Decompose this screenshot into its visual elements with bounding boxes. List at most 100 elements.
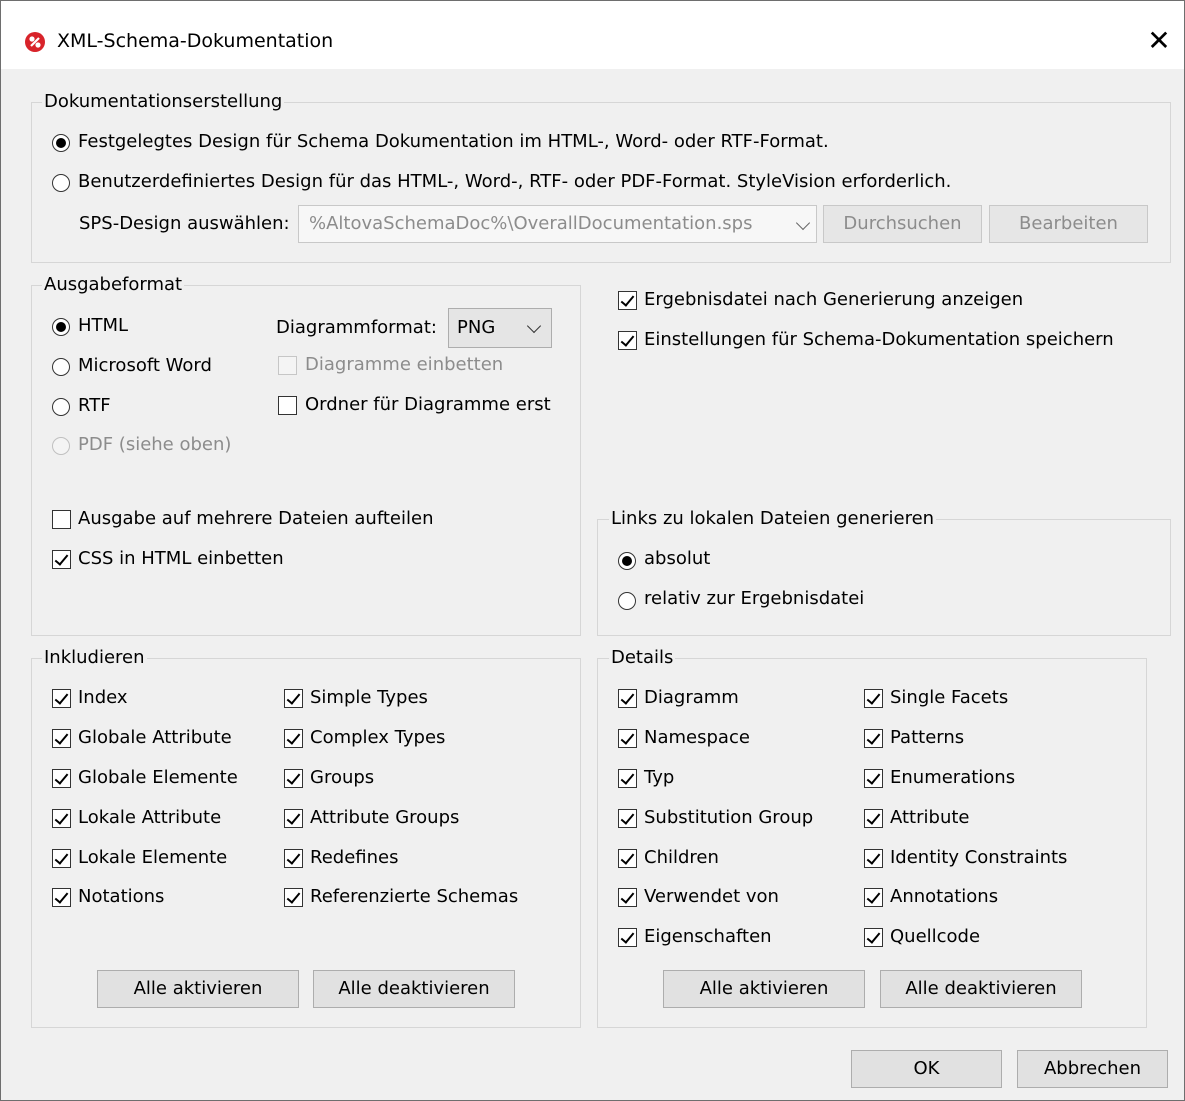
details-checkbox-single-facets[interactable] [864,689,883,708]
details-label-identity-constraints[interactable]: Identity Constraints [890,847,1067,869]
embed-diagrams-checkbox[interactable] [278,356,297,375]
radio-custom-design[interactable] [52,174,70,192]
include-checkbox-referenced-schemas[interactable] [284,888,303,907]
chevron-down-icon [526,318,542,334]
details-label-namespace[interactable]: Namespace [644,727,750,749]
include-label-global-attributes[interactable]: Globale Attribute [78,727,232,749]
radio-custom-design-label[interactable]: Benutzerdefiniertes Design für das HTML-… [78,171,951,193]
edit-button[interactable]: Bearbeiten [989,205,1148,243]
include-checkbox-simple-types[interactable] [284,689,303,708]
details-checkbox-source-code[interactable] [864,928,883,947]
details-label-properties[interactable]: Eigenschaften [644,926,772,948]
embed-css-checkbox[interactable] [52,550,71,569]
details-checkbox-enumerations[interactable] [864,769,883,788]
details-checkbox-identity-constraints[interactable] [864,849,883,868]
include-checkbox-local-attributes[interactable] [52,809,71,828]
include-label-attribute-groups[interactable]: Attribute Groups [310,807,459,829]
details-checkbox-substitution-group[interactable] [618,809,637,828]
show-result-label[interactable]: Ergebnisdatei nach Generierung anzeigen [644,289,1023,311]
details-checkbox-diagram[interactable] [618,689,637,708]
show-result-checkbox[interactable] [618,291,637,310]
radio-rtf[interactable] [52,398,70,416]
include-label-index[interactable]: Index [78,687,128,709]
radio-rtf-label[interactable]: RTF [78,395,111,417]
details-label-single-facets[interactable]: Single Facets [890,687,1008,709]
window-title: XML-Schema-Dokumentation [57,30,334,52]
radio-relative[interactable] [618,592,636,610]
radio-absolute-label[interactable]: absolut [644,548,710,570]
title-bar: XML-Schema-Dokumentation ✕ [1,1,1184,69]
include-label-groups[interactable]: Groups [310,767,374,789]
create-folder-label[interactable]: Ordner für Diagramme erst [305,394,551,416]
radio-absolute[interactable] [618,552,636,570]
create-folder-checkbox[interactable] [278,396,297,415]
include-label-global-elements[interactable]: Globale Elemente [78,767,238,789]
details-enable-all-button[interactable]: Alle aktivieren [663,970,865,1008]
include-checkbox-global-elements[interactable] [52,769,71,788]
include-label-local-elements[interactable]: Lokale Elemente [78,847,227,869]
save-settings-label[interactable]: Einstellungen für Schema-Dokumentation s… [644,329,1114,351]
details-label-attribute[interactable]: Attribute [890,807,969,829]
details-label-diagram[interactable]: Diagramm [644,687,739,709]
radio-pdf[interactable] [52,437,70,455]
include-checkbox-notations[interactable] [52,888,71,907]
details-label-type[interactable]: Typ [644,767,674,789]
save-settings-checkbox[interactable] [618,331,637,350]
details-checkbox-properties[interactable] [618,928,637,947]
include-checkbox-global-attributes[interactable] [52,729,71,748]
include-label-redefines[interactable]: Redefines [310,847,398,869]
doc-creation-legend: Dokumentationserstellung [42,91,285,113]
radio-word[interactable] [52,358,70,376]
include-checkbox-complex-types[interactable] [284,729,303,748]
links-legend: Links zu lokalen Dateien generieren [609,508,937,530]
details-label-substitution-group[interactable]: Substitution Group [644,807,813,829]
include-disable-all-button[interactable]: Alle deaktivieren [313,970,515,1008]
details-checkbox-children[interactable] [618,849,637,868]
include-checkbox-index[interactable] [52,689,71,708]
include-checkbox-attribute-groups[interactable] [284,809,303,828]
sps-design-value: %AltovaSchemaDoc%\OverallDocumentation.s… [309,213,753,234]
include-enable-all-button[interactable]: Alle aktivieren [97,970,299,1008]
details-label-patterns[interactable]: Patterns [890,727,964,749]
cancel-button[interactable]: Abbrechen [1017,1050,1168,1088]
details-checkbox-namespace[interactable] [618,729,637,748]
details-label-annotations[interactable]: Annotations [890,886,998,908]
details-label-children[interactable]: Children [644,847,719,869]
details-checkbox-used-by[interactable] [618,888,637,907]
browse-button[interactable]: Durchsuchen [823,205,982,243]
radio-word-label[interactable]: Microsoft Word [78,355,212,377]
details-checkbox-attribute[interactable] [864,809,883,828]
radio-relative-label[interactable]: relativ zur Ergebnisdatei [644,588,864,610]
radio-fixed-design-label[interactable]: Festgelegtes Design für Schema Dokumenta… [78,131,829,153]
include-label-complex-types[interactable]: Complex Types [310,727,445,749]
include-label-notations[interactable]: Notations [78,886,164,908]
details-checkbox-annotations[interactable] [864,888,883,907]
radio-fixed-design[interactable] [52,134,70,152]
split-output-label[interactable]: Ausgabe auf mehrere Dateien aufteilen [78,508,433,530]
include-label-referenced-schemas[interactable]: Referenzierte Schemas [310,886,518,908]
details-checkbox-patterns[interactable] [864,729,883,748]
include-label-simple-types[interactable]: Simple Types [310,687,428,709]
embed-diagrams-label: Diagramme einbetten [305,354,504,375]
details-label-source-code[interactable]: Quellcode [890,926,980,948]
ok-button[interactable]: OK [851,1050,1002,1088]
close-icon[interactable]: ✕ [1147,27,1171,55]
details-label-used-by[interactable]: Verwendet von [644,886,779,908]
split-output-checkbox[interactable] [52,510,71,529]
include-checkbox-local-elements[interactable] [52,849,71,868]
details-label-enumerations[interactable]: Enumerations [890,767,1015,789]
radio-html[interactable] [52,318,70,336]
embed-css-label[interactable]: CSS in HTML einbetten [78,548,284,570]
links-group [597,519,1171,636]
sps-design-combo[interactable]: %AltovaSchemaDoc%\OverallDocumentation.s… [298,205,817,243]
radio-html-label[interactable]: HTML [78,315,128,337]
details-checkbox-type[interactable] [618,769,637,788]
sps-design-label: SPS-Design auswählen: [79,213,290,234]
details-legend: Details [609,647,676,669]
details-disable-all-button[interactable]: Alle deaktivieren [880,970,1082,1008]
include-checkbox-groups[interactable] [284,769,303,788]
include-checkbox-redefines[interactable] [284,849,303,868]
diagram-format-select[interactable]: PNG [448,308,552,348]
include-label-local-attributes[interactable]: Lokale Attribute [78,807,221,829]
altova-logo-icon [25,32,45,52]
